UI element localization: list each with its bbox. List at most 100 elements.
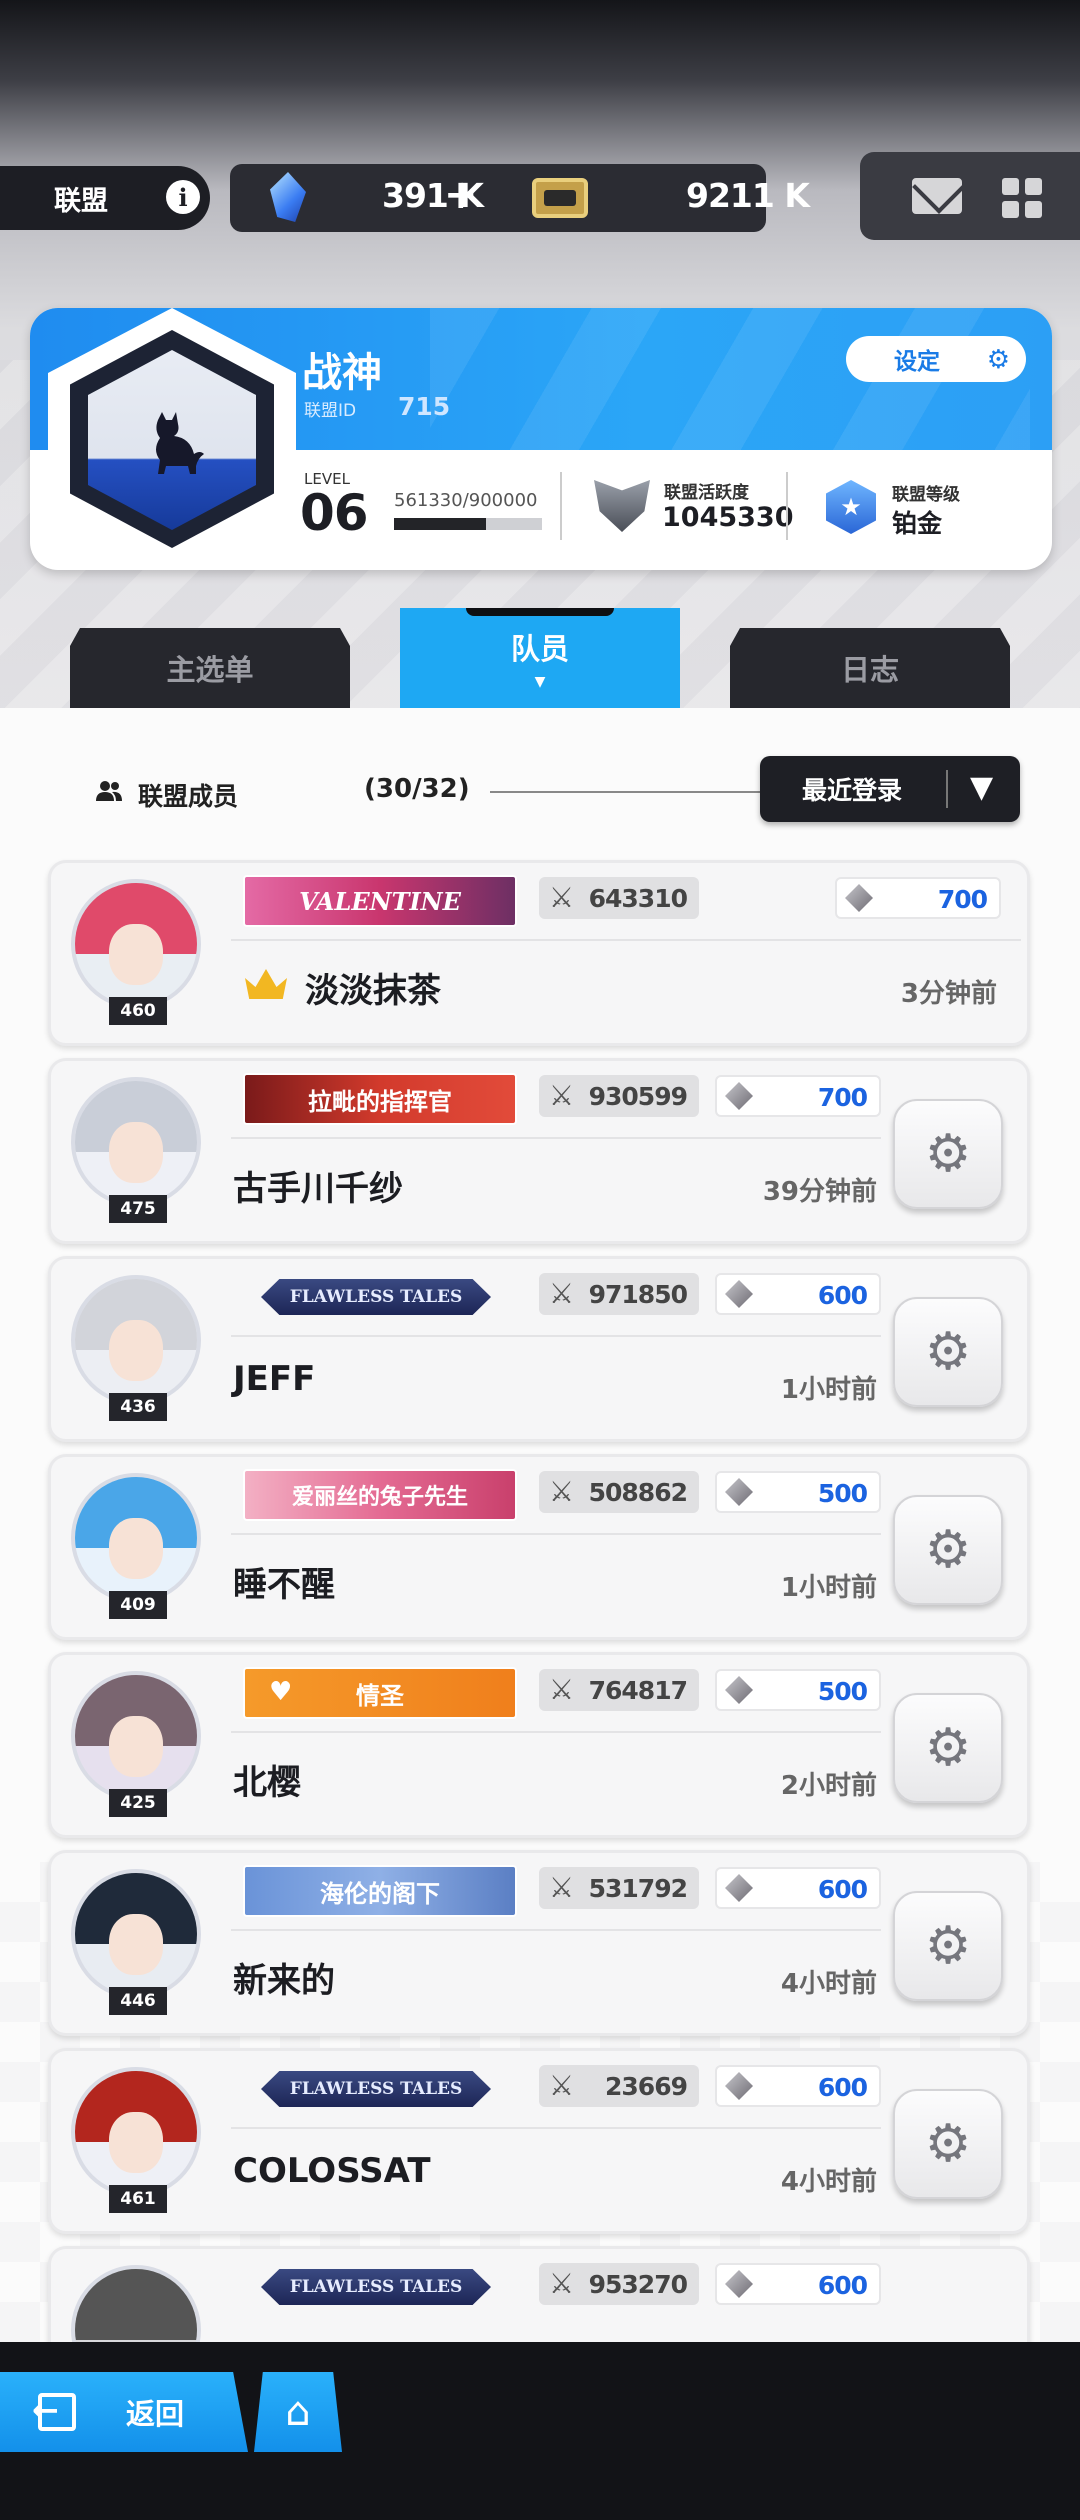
- avatar: [71, 1869, 201, 1999]
- gem-icon: [725, 1082, 753, 1110]
- member-row[interactable]: 461 FLAWLESS TALES ⚔ 23669 600 COLOSSAT 4…: [48, 2048, 1030, 2234]
- avatar: [71, 879, 201, 1009]
- members-count: (30/32): [364, 774, 470, 804]
- member-name: JEFF: [233, 1359, 316, 1399]
- rank-value: 铂金: [892, 509, 943, 538]
- member-name: 北樱: [233, 1763, 301, 1803]
- level-badge: 460: [109, 997, 167, 1025]
- tab-label: 队员: [510, 632, 569, 666]
- title-banner: VALENTINE: [243, 875, 517, 927]
- divider: [231, 1335, 881, 1337]
- level-badge: 461: [109, 2185, 167, 2213]
- divider: [231, 939, 1021, 941]
- member-settings-button[interactable]: ⚙: [893, 1891, 1003, 2001]
- ticket-value: 9211 K: [686, 176, 810, 215]
- divider: [786, 472, 788, 540]
- swords-icon: ⚔: [549, 1673, 575, 1706]
- back-icon: [32, 2391, 76, 2431]
- mail-icon[interactable]: [912, 178, 962, 214]
- sort-label: 最近登录: [802, 776, 903, 805]
- swords-icon: ⚔: [549, 1871, 575, 1904]
- member-name: 新来的: [233, 1961, 335, 2001]
- exp-bar: [394, 518, 542, 530]
- member-settings-button[interactable]: ⚙: [893, 2089, 1003, 2199]
- tab-label: 日志: [840, 653, 899, 687]
- combat-power: ⚔ 23669: [539, 2065, 699, 2107]
- activity-label: 联盟活跃度: [664, 483, 749, 503]
- alliance-id-label: 联盟ID: [304, 401, 357, 421]
- alliance-name: 战神: [302, 350, 382, 396]
- tab-main-menu[interactable]: 主选单: [70, 628, 350, 708]
- level-badge: 446: [109, 1987, 167, 2015]
- avatar: [71, 1275, 201, 1405]
- last-login: 4小时前: [780, 1969, 877, 1999]
- grid-icon[interactable]: [1002, 178, 1042, 218]
- divider: [946, 770, 948, 808]
- tab-log[interactable]: 日志: [730, 628, 1010, 708]
- home-button[interactable]: ⌂: [254, 2372, 342, 2452]
- title-banner: FLAWLESS TALES: [261, 1271, 491, 1323]
- member-row[interactable]: 446 海伦的阁下 ⚔ 531792 600 新来的 4小时前 ⚙: [48, 1850, 1030, 2036]
- gem-icon: [725, 1280, 753, 1308]
- member-row[interactable]: 460 VALENTINE ⚔ 643310 700 淡淡抹茶 3分钟前: [48, 860, 1030, 1046]
- last-login: 39分钟前: [762, 1177, 877, 1207]
- title-banner: FLAWLESS TALES: [261, 2261, 491, 2313]
- combat-power: ⚔ 971850: [539, 1273, 699, 1315]
- last-login: 3分钟前: [900, 979, 997, 1009]
- member-row[interactable]: 436 FLAWLESS TALES ⚔ 971850 600 JEFF 1小时前…: [48, 1256, 1030, 1442]
- back-label: 返回: [126, 2397, 185, 2431]
- member-name: COLOSSAT: [233, 2151, 431, 2191]
- back-button[interactable]: 返回: [0, 2372, 248, 2452]
- avatar: [71, 1077, 201, 1207]
- member-settings-button[interactable]: ⚙: [893, 1099, 1003, 1209]
- contribution: 500: [715, 1669, 881, 1711]
- swords-icon: ⚔: [549, 1079, 575, 1112]
- combat-power: ⚔ 508862: [539, 1471, 699, 1513]
- info-icon[interactable]: i: [166, 180, 200, 214]
- title-banner: FLAWLESS TALES: [261, 2063, 491, 2115]
- divider: [490, 791, 780, 793]
- member-row[interactable]: 425 ♥ 情圣 ⚔ 764817 500 北樱 2小时前 ⚙: [48, 1652, 1030, 1838]
- title-banner: 海伦的阁下: [243, 1865, 517, 1917]
- gem-icon: [725, 1478, 753, 1506]
- divider: [231, 1533, 881, 1535]
- member-settings-button[interactable]: ⚙: [893, 1693, 1003, 1803]
- member-name: 古手川千纱: [233, 1169, 403, 1209]
- plus-icon[interactable]: +: [444, 172, 478, 218]
- last-login: 1小时前: [780, 1573, 877, 1603]
- sort-dropdown[interactable]: 最近登录 ▼: [760, 756, 1020, 822]
- contribution: 600: [715, 2263, 881, 2305]
- tab-label: 主选单: [166, 653, 254, 687]
- gear-icon: ⚙: [986, 345, 1010, 375]
- dropdown-arrow-icon: ▼: [970, 770, 994, 805]
- members-icon: [96, 781, 122, 801]
- divider: [231, 1137, 881, 1139]
- gem-icon: [725, 1874, 753, 1902]
- title-banner: 拉毗的指挥官: [243, 1073, 517, 1125]
- divider: [560, 472, 562, 540]
- title-banner: 爱丽丝的兔子先生: [243, 1469, 517, 1521]
- gem-icon: [845, 884, 873, 912]
- member-row[interactable]: 475 拉毗的指挥官 ⚔ 930599 700 古手川千纱 39分钟前 ⚙: [48, 1058, 1030, 1244]
- heart-icon: ♥: [269, 1677, 293, 1707]
- member-settings-button[interactable]: ⚙: [893, 1495, 1003, 1605]
- alliance-settings-button[interactable]: 设定 ⚙: [846, 336, 1026, 382]
- swords-icon: ⚔: [549, 881, 575, 914]
- gear-icon: ⚙: [924, 1916, 972, 1976]
- top-right-toolbar: [860, 152, 1080, 240]
- ticket-icon: [532, 178, 588, 218]
- level-badge: 475: [109, 1195, 167, 1223]
- member-name: 睡不醒: [233, 1565, 335, 1605]
- level-value: 06: [300, 484, 369, 542]
- gear-icon: ⚙: [924, 2114, 972, 2174]
- level-badge: 436: [109, 1393, 167, 1421]
- tab-members[interactable]: 队员 ▼: [400, 608, 680, 708]
- member-row[interactable]: 409 爱丽丝的兔子先生 ⚔ 508862 500 睡不醒 1小时前 ⚙: [48, 1454, 1030, 1640]
- member-settings-button[interactable]: ⚙: [893, 1297, 1003, 1407]
- contribution: 700: [715, 1075, 881, 1117]
- home-icon: ⌂: [285, 2389, 311, 2435]
- contribution: 500: [715, 1471, 881, 1513]
- avatar: [71, 1671, 201, 1801]
- crown-icon: [245, 969, 287, 999]
- exp-text: 561330/900000: [394, 490, 538, 511]
